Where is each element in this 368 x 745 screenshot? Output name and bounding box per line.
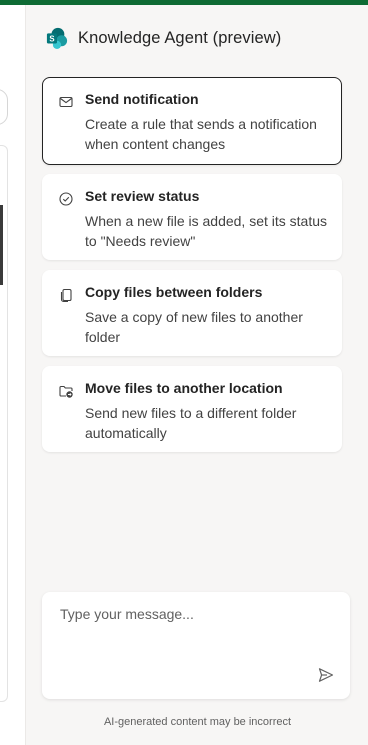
message-composer [42,592,350,699]
sharepoint-logo-icon: S [46,27,68,49]
checkmark-circle-icon [58,191,74,207]
send-icon [317,666,335,689]
send-button[interactable] [314,665,338,689]
suggestion-card-set-review-status[interactable]: Set review status When a new file is add… [42,174,342,260]
suggestion-card-send-notification[interactable]: Send notification Create a rule that sen… [42,77,342,165]
suggestion-title: Move files to another location [85,380,283,396]
suggestion-description: Send new files to a different folder aut… [85,405,297,441]
copy-icon [58,287,74,303]
suggestion-title: Copy files between folders [85,284,263,300]
suggestion-description: Create a rule that sends a notification … [85,116,317,152]
suggestion-title: Send notification [85,91,199,107]
suggestion-card-copy-files[interactable]: Copy files between folders Save a copy o… [42,270,342,356]
knowledge-agent-panel: S Knowledge Agent (preview) Send notific… [25,5,368,745]
panel-title: Knowledge Agent (preview) [78,28,282,47]
suggestion-description: When a new file is added, set its status… [85,213,328,249]
suggestion-title: Set review status [85,188,200,204]
mail-icon [58,94,74,110]
background-page-area [0,5,25,745]
svg-text:S: S [49,34,54,43]
message-input[interactable] [60,606,330,656]
folder-move-icon [58,383,74,399]
panel-header: S Knowledge Agent (preview) [46,27,281,49]
background-scroll-indicator [0,205,3,285]
suggestion-description: Save a copy of new files to another fold… [85,309,303,345]
ai-disclaimer: AI-generated content may be incorrect [103,716,292,728]
background-search-box [0,89,8,125]
suggestion-card-move-files[interactable]: Move files to another location Send new … [42,366,342,452]
